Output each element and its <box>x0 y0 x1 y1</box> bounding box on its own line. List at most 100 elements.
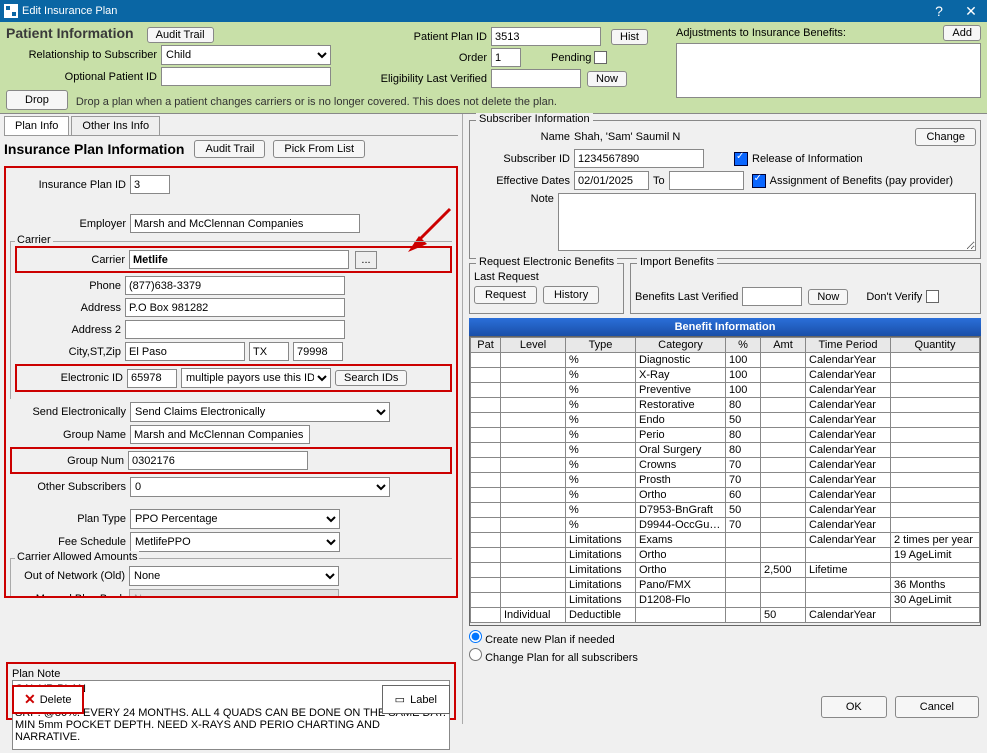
group-num-input[interactable] <box>128 451 308 470</box>
city-input[interactable] <box>125 342 245 361</box>
to-label: To <box>653 175 665 187</box>
hist-button[interactable]: Hist <box>611 29 648 45</box>
address-input[interactable] <box>125 298 345 317</box>
table-row[interactable]: %Crowns70CalendarYear <box>471 458 980 473</box>
eligibility-verified-label: Eligibility Last Verified <box>376 73 491 85</box>
table-row[interactable]: %Ortho60CalendarYear <box>471 488 980 503</box>
other-subscribers-label: Other Subscribers <box>10 481 130 493</box>
table-row[interactable]: LimitationsPano/FMX36 Months <box>471 578 980 593</box>
order-label: Order <box>376 52 491 64</box>
pick-from-list-button[interactable]: Pick From List <box>273 140 365 158</box>
effective-from-input[interactable] <box>574 171 649 190</box>
benefit-col-header[interactable]: Category <box>636 338 726 353</box>
table-row[interactable]: LimitationsExamsCalendarYear2 times per … <box>471 533 980 548</box>
table-row[interactable]: %Endo50CalendarYear <box>471 413 980 428</box>
help-icon[interactable]: ? <box>923 0 955 22</box>
table-row[interactable]: LimitationsOrtho2,500Lifetime <box>471 563 980 578</box>
subscriber-id-label: Subscriber ID <box>474 153 574 165</box>
subscriber-id-input[interactable] <box>574 149 704 168</box>
ipi-title: Insurance Plan Information <box>4 141 184 157</box>
now-button[interactable]: Now <box>587 71 627 87</box>
audit-trail-button[interactable]: Audit Trail <box>147 27 214 43</box>
dont-verify-checkbox[interactable] <box>926 290 939 303</box>
plan-type-select[interactable]: PPO Percentage <box>130 509 340 529</box>
table-row[interactable]: %Preventive100CalendarYear <box>471 383 980 398</box>
plan-type-label: Plan Type <box>10 513 130 525</box>
table-row[interactable]: LimitationsOrtho19 AgeLimit <box>471 548 980 563</box>
group-name-input[interactable] <box>130 425 310 444</box>
fee-schedule-select[interactable]: MetlifePPO <box>130 532 340 552</box>
benefit-table-wrap[interactable]: PatLevelTypeCategory%AmtTime PeriodQuant… <box>469 336 981 626</box>
address2-label: Address 2 <box>15 324 125 336</box>
create-new-plan-radio[interactable]: Create new Plan if needed <box>469 630 981 646</box>
benefits-last-verified-input[interactable] <box>742 287 802 306</box>
address2-input[interactable] <box>125 320 345 339</box>
table-row[interactable]: %Perio80CalendarYear <box>471 428 980 443</box>
phone-input[interactable] <box>125 276 345 295</box>
plan-note-label: Plan Note <box>12 668 450 680</box>
benefits-now-button[interactable]: Now <box>808 289 848 305</box>
table-row[interactable]: %Oral Surgery80CalendarYear <box>471 443 980 458</box>
benefit-col-header[interactable]: Time Period <box>806 338 891 353</box>
label-button[interactable]: ▭ Label <box>382 685 450 714</box>
electronic-id-select[interactable]: multiple payors use this ID <box>181 368 331 388</box>
table-row[interactable]: %D9944-OccGuardHardFull70CalendarYear <box>471 518 980 533</box>
add-button[interactable]: Add <box>943 25 981 41</box>
release-info-checkbox[interactable] <box>734 152 748 166</box>
last-request-label: Last Request <box>474 271 539 283</box>
send-electronically-select[interactable]: Send Claims Electronically <box>130 402 390 422</box>
other-subscribers-select[interactable]: 0 <box>130 477 390 497</box>
table-row[interactable]: %X-Ray100CalendarYear <box>471 368 980 383</box>
benefit-col-header[interactable]: Amt <box>761 338 806 353</box>
assignment-benefits-label: Assignment of Benefits (pay provider) <box>770 175 953 187</box>
ins-plan-id-input[interactable] <box>130 175 170 194</box>
carrier-lookup-button[interactable]: ... <box>355 251 377 269</box>
history-button[interactable]: History <box>543 286 599 304</box>
ipi-audit-trail-button[interactable]: Audit Trail <box>194 140 265 158</box>
eligibility-verified-input[interactable] <box>491 69 581 88</box>
carrier-input[interactable] <box>129 250 349 269</box>
pending-checkbox[interactable] <box>594 51 607 64</box>
request-button[interactable]: Request <box>474 286 537 304</box>
relationship-select[interactable]: Child <box>161 45 331 65</box>
table-row[interactable]: %Diagnostic100CalendarYear <box>471 353 980 368</box>
table-row[interactable]: %D7953-BnGraft50CalendarYear <box>471 503 980 518</box>
change-plan-all-radio[interactable]: Change Plan for all subscribers <box>469 648 981 664</box>
search-ids-button[interactable]: Search IDs <box>335 370 407 386</box>
electronic-id-label: Electronic ID <box>19 372 127 384</box>
request-benefits-legend: Request Electronic Benefits <box>476 256 617 268</box>
ins-plan-id-label: Insurance Plan ID <box>10 179 130 191</box>
manual-blue-book-select: None <box>129 589 339 598</box>
benefit-col-header[interactable]: Level <box>501 338 566 353</box>
patient-plan-id-input[interactable] <box>491 27 601 46</box>
benefit-col-header[interactable]: Quantity <box>891 338 980 353</box>
state-input[interactable] <box>249 342 289 361</box>
benefit-col-header[interactable]: Type <box>566 338 636 353</box>
out-of-network-select[interactable]: None <box>129 566 339 586</box>
tab-other-ins-info[interactable]: Other Ins Info <box>71 116 160 135</box>
benefit-col-header[interactable]: % <box>726 338 761 353</box>
table-row[interactable]: LimitationsD1208-Flo30 AgeLimit <box>471 593 980 608</box>
sub-note-textarea[interactable] <box>558 193 976 251</box>
change-button[interactable]: Change <box>915 128 976 146</box>
ok-button[interactable]: OK <box>821 696 887 718</box>
zip-input[interactable] <box>293 342 343 361</box>
optional-patient-id-input[interactable] <box>161 67 331 86</box>
table-row[interactable]: %Restorative80CalendarYear <box>471 398 980 413</box>
table-row[interactable]: %Prosth70CalendarYear <box>471 473 980 488</box>
order-input[interactable] <box>491 48 521 67</box>
benefit-col-header[interactable]: Pat <box>471 338 501 353</box>
assignment-benefits-checkbox[interactable] <box>752 174 766 188</box>
drop-button[interactable]: Drop <box>6 90 68 110</box>
cancel-button[interactable]: Cancel <box>895 696 979 718</box>
effective-dates-label: Effective Dates <box>474 175 574 187</box>
tab-plan-info[interactable]: Plan Info <box>4 116 69 135</box>
table-row[interactable]: IndividualDeductible50CalendarYear <box>471 608 980 623</box>
electronic-id-input[interactable] <box>127 369 177 388</box>
delete-button[interactable]: ✕ Delete <box>12 685 84 714</box>
sub-note-label: Note <box>474 193 558 205</box>
employer-input[interactable] <box>130 214 360 233</box>
effective-to-input[interactable] <box>669 171 744 190</box>
close-icon[interactable]: ✕ <box>955 0 987 22</box>
carrier-group-label: Carrier <box>15 234 53 246</box>
